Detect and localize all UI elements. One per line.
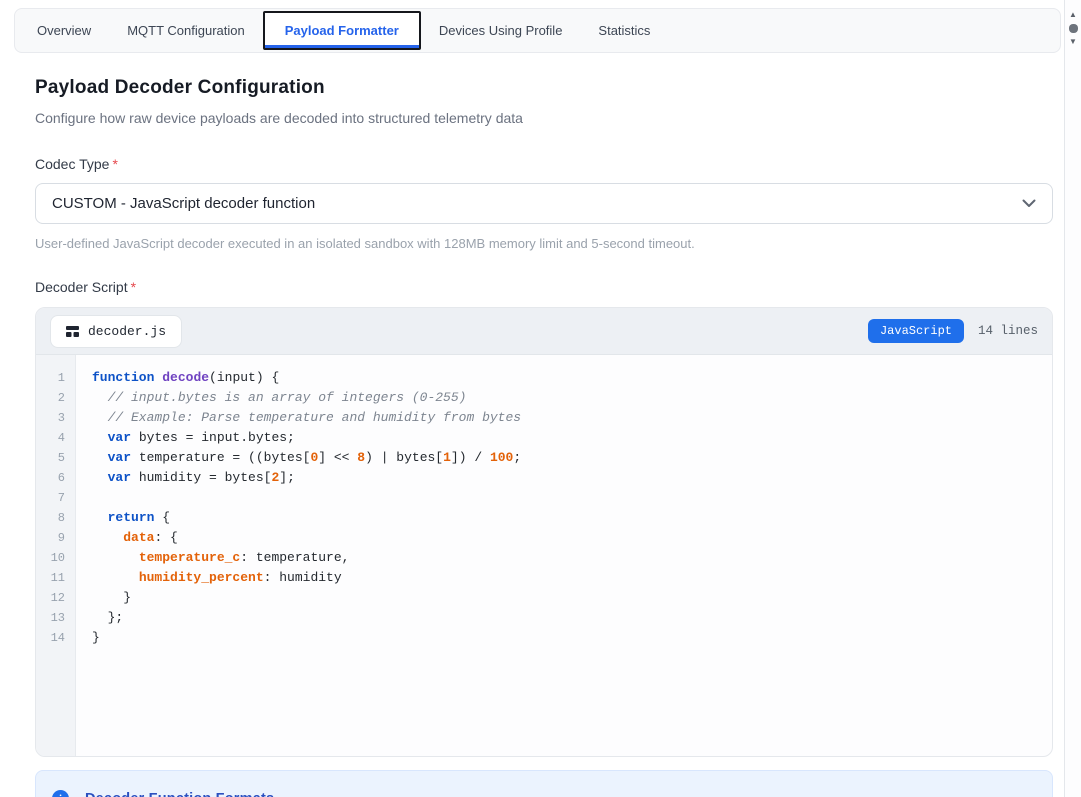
code-line: var temperature = ((bytes[0] << 8) | byt… <box>92 448 1052 468</box>
line-number: 7 <box>36 488 65 508</box>
line-number: 9 <box>36 528 65 548</box>
info-icon: i <box>52 790 69 797</box>
chevron-down-icon <box>1022 199 1036 208</box>
scroll-up-icon[interactable]: ▲ <box>1069 9 1077 21</box>
code-line: // input.bytes is an array of integers (… <box>92 388 1052 408</box>
code-line: // Example: Parse temperature and humidi… <box>92 408 1052 428</box>
tab-devices-using-profile[interactable]: Devices Using Profile <box>421 11 581 50</box>
vertical-scrollbar[interactable]: ▲ ▼ <box>1064 0 1081 797</box>
line-number: 1 <box>36 368 65 388</box>
line-number: 6 <box>36 468 65 488</box>
line-count: 14 lines <box>978 324 1038 338</box>
code-line: } <box>92 588 1052 608</box>
code-line: function decode(input) { <box>92 368 1052 388</box>
tab-mqtt-configuration[interactable]: MQTT Configuration <box>109 11 263 50</box>
file-tab[interactable]: decoder.js <box>50 315 182 348</box>
file-icon <box>66 325 79 338</box>
code-line: temperature_c: temperature, <box>92 548 1052 568</box>
required-asterisk: * <box>112 156 117 172</box>
line-number: 4 <box>36 428 65 448</box>
line-number: 5 <box>36 448 65 468</box>
decoder-script-label: Decoder Script* <box>35 279 1053 295</box>
profile-tab-bar: Overview MQTT Configuration Payload Form… <box>14 8 1061 53</box>
file-name: decoder.js <box>88 324 166 339</box>
code-line: data: { <box>92 528 1052 548</box>
editor-header: decoder.js JavaScript 14 lines <box>36 308 1052 355</box>
scrollbar-thumb[interactable] <box>1069 24 1078 33</box>
tab-payload-formatter[interactable]: Payload Formatter <box>263 11 421 50</box>
codec-type-label-text: Codec Type <box>35 156 109 172</box>
code-line: }; <box>92 608 1052 628</box>
code-line: humidity_percent: humidity <box>92 568 1052 588</box>
editor-header-right: JavaScript 14 lines <box>868 319 1038 343</box>
line-number: 3 <box>36 408 65 428</box>
code-line <box>92 488 1052 508</box>
page-title: Payload Decoder Configuration <box>35 77 1053 99</box>
payload-formatter-panel: Payload Decoder Configuration Configure … <box>0 77 1081 797</box>
editor-code[interactable]: function decode(input) { // input.bytes … <box>76 355 1052 757</box>
editor-body: 1234567891011121314 function decode(inpu… <box>36 355 1052 757</box>
tab-statistics[interactable]: Statistics <box>580 11 668 50</box>
line-number: 14 <box>36 628 65 648</box>
tab-overview[interactable]: Overview <box>19 11 109 50</box>
decoder-script-label-text: Decoder Script <box>35 279 128 295</box>
code-editor: decoder.js JavaScript 14 lines 123456789… <box>35 307 1053 757</box>
codec-type-select[interactable]: CUSTOM - JavaScript decoder function <box>35 183 1053 224</box>
codec-type-label: Codec Type* <box>35 156 1053 172</box>
scroll-down-icon[interactable]: ▼ <box>1069 36 1077 48</box>
line-number: 12 <box>36 588 65 608</box>
editor-gutter: 1234567891011121314 <box>36 355 76 757</box>
codec-type-selected-value: CUSTOM - JavaScript decoder function <box>52 195 1022 212</box>
line-number: 11 <box>36 568 65 588</box>
line-number: 2 <box>36 388 65 408</box>
code-line: } <box>92 628 1052 648</box>
line-number: 13 <box>36 608 65 628</box>
code-line: return { <box>92 508 1052 528</box>
info-box-title: Decoder Function Formats <box>85 791 274 797</box>
line-number: 8 <box>36 508 65 528</box>
decoder-formats-info-box: i Decoder Function Formats <box>35 770 1053 797</box>
line-number: 10 <box>36 548 65 568</box>
required-asterisk: * <box>131 279 136 295</box>
codec-type-helper-text: User-defined JavaScript decoder executed… <box>35 236 1053 251</box>
language-badge: JavaScript <box>868 319 964 343</box>
code-line: var humidity = bytes[2]; <box>92 468 1052 488</box>
code-line: var bytes = input.bytes; <box>92 428 1052 448</box>
page-subtitle: Configure how raw device payloads are de… <box>35 110 1053 126</box>
